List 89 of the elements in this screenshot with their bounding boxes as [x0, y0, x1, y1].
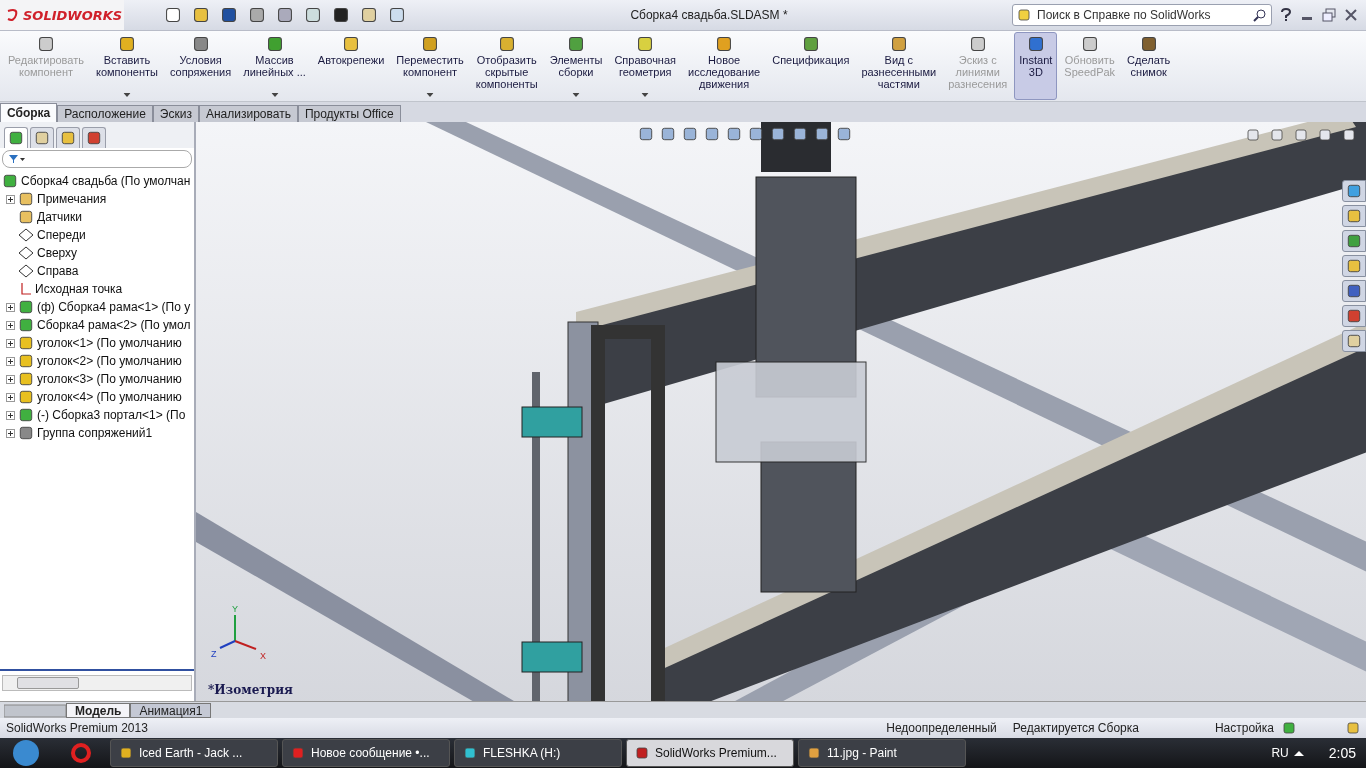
tree-item[interactable]: уголок<1> (По умолчанию [37, 336, 182, 350]
clock[interactable]: 2:05 [1328, 745, 1356, 761]
task-pane-button[interactable] [1342, 305, 1366, 327]
task-pane-button[interactable] [1342, 280, 1366, 302]
taskbar-button[interactable]: 11.jpg - Paint [798, 739, 966, 767]
ribbon-button[interactable]: Новое исследование движения [683, 32, 766, 100]
expand-icon[interactable] [6, 392, 15, 402]
origin-icon [18, 282, 32, 296]
caret-icon [572, 93, 580, 97]
ribbon-button[interactable]: Отобразить скрытые компоненты [470, 32, 543, 100]
tray-arrow-icon[interactable] [1292, 748, 1305, 758]
model-tab[interactable]: Анимация1 [130, 703, 212, 718]
plane-icon [18, 228, 34, 242]
command-tab[interactable]: Эскиз [152, 105, 199, 122]
language-indicator[interactable]: RU [1271, 746, 1289, 760]
ribbon-button[interactable]: Справочная геометрия [609, 32, 682, 100]
tree-item[interactable]: Спереди [37, 228, 86, 242]
filter-field[interactable] [2, 150, 192, 168]
tree-item[interactable]: Справа [37, 264, 79, 278]
ribbon-button[interactable]: Спецификация [767, 32, 855, 100]
caret-icon [641, 93, 649, 97]
axis-label: Y [232, 605, 238, 614]
view-name: *Изометрия [208, 683, 293, 697]
command-tab[interactable]: Расположение [57, 105, 153, 122]
command-tab[interactable]: Сборка [0, 103, 58, 122]
expand-icon[interactable] [6, 410, 15, 420]
taskbar-button[interactable]: FLESHKA (H:) [454, 739, 622, 767]
logo-text: SOLIDWORKS [23, 7, 123, 23]
taskbar-button[interactable]: SolidWorks Premium... [626, 739, 794, 767]
tree-item[interactable]: Датчики [37, 210, 82, 224]
expand-icon[interactable] [6, 374, 15, 384]
caret-icon [271, 93, 278, 97]
plane-icon [18, 246, 34, 260]
pane-tab[interactable] [4, 127, 28, 148]
task-pane-button[interactable] [1342, 230, 1366, 252]
ribbon-button[interactable]: Условия сопряжения [164, 32, 237, 100]
status-text: Редактируется Сборка [1011, 721, 1140, 735]
taskbar-button[interactable]: Новое сообщение •... [282, 739, 450, 767]
window-title: Сборка4 свадьба.SLDASM * [629, 8, 789, 22]
tree-item[interactable]: Примечания [37, 192, 107, 206]
tree-item[interactable]: Сверху [37, 246, 78, 260]
ribbon-button[interactable]: Массив линейных ... [238, 32, 311, 100]
tree-item[interactable]: Исходная точка [35, 282, 123, 296]
command-tab[interactable]: Анализировать [198, 105, 298, 122]
tree-item[interactable]: уголок<4> (По умолчанию [37, 390, 182, 404]
tree-item[interactable]: Сборка4 рама<2> (По умол [37, 318, 191, 332]
expand-icon[interactable] [6, 302, 15, 312]
filter-icon [9, 154, 25, 164]
expand-icon[interactable] [6, 194, 15, 204]
plane-icon [18, 264, 34, 278]
task-pane-button[interactable] [1342, 330, 1366, 352]
pane-tab[interactable] [82, 127, 106, 148]
pane-tab[interactable] [30, 127, 54, 148]
axis-triad-drawing [219, 614, 257, 650]
caret-icon [123, 93, 131, 97]
ribbon-button[interactable]: Автокрепежи [312, 32, 390, 100]
ribbon-button[interactable]: Вид с разнесенными частями [856, 32, 942, 100]
ribbon-button[interactable]: Вставить компоненты [91, 32, 163, 100]
tree-item[interactable]: уголок<2> (По умолчанию [37, 354, 182, 368]
ribbon-button[interactable]: Instant 3D [1014, 32, 1058, 100]
tree-item[interactable]: Сборка4 свадьба (По умолчан [21, 174, 191, 188]
ds-logo-icon [6, 8, 20, 22]
pane-tab[interactable] [56, 127, 80, 148]
tree-item[interactable]: (-) Сборка3 портал<1> (По [37, 408, 186, 422]
ribbon-button[interactable]: Элементы сборки [544, 32, 608, 100]
expand-icon[interactable] [6, 428, 15, 438]
taskbar-button[interactable]: Iced Earth - Jack ... [110, 739, 278, 767]
horizontal-scrollbar[interactable] [2, 675, 192, 691]
tree-item[interactable]: Группа сопряжений1 [37, 426, 153, 440]
help-search-field[interactable]: Поиск в Справке по SolidWorks [1012, 4, 1272, 26]
model-tab[interactable]: Модель [66, 703, 131, 718]
expand-icon[interactable] [6, 356, 15, 366]
status-text[interactable]: Настройка [1206, 721, 1282, 735]
expand-icon[interactable] [6, 338, 15, 348]
tree-item[interactable]: уголок<3> (По умолчанию [37, 372, 182, 386]
command-tab[interactable]: Продукты Office [297, 105, 401, 122]
status-text: Недоопределенный [885, 721, 998, 735]
task-pane-button[interactable] [1342, 255, 1366, 277]
tree-item[interactable]: (ф) Сборка4 рама<1> (По у [37, 300, 191, 314]
search-icon [1253, 8, 1267, 22]
ribbon-button[interactable]: Сделать снимок [1122, 32, 1176, 100]
ribbon-button[interactable]: Переместить компонент [391, 32, 469, 100]
status-text: SolidWorks Premium 2013 [6, 721, 149, 735]
caret-icon [426, 93, 434, 97]
task-pane-button[interactable] [1342, 205, 1366, 227]
task-pane-button[interactable] [1342, 180, 1366, 202]
axis-label: Z [211, 649, 217, 659]
expand-icon[interactable] [6, 320, 15, 330]
axis-label: X [260, 651, 266, 661]
